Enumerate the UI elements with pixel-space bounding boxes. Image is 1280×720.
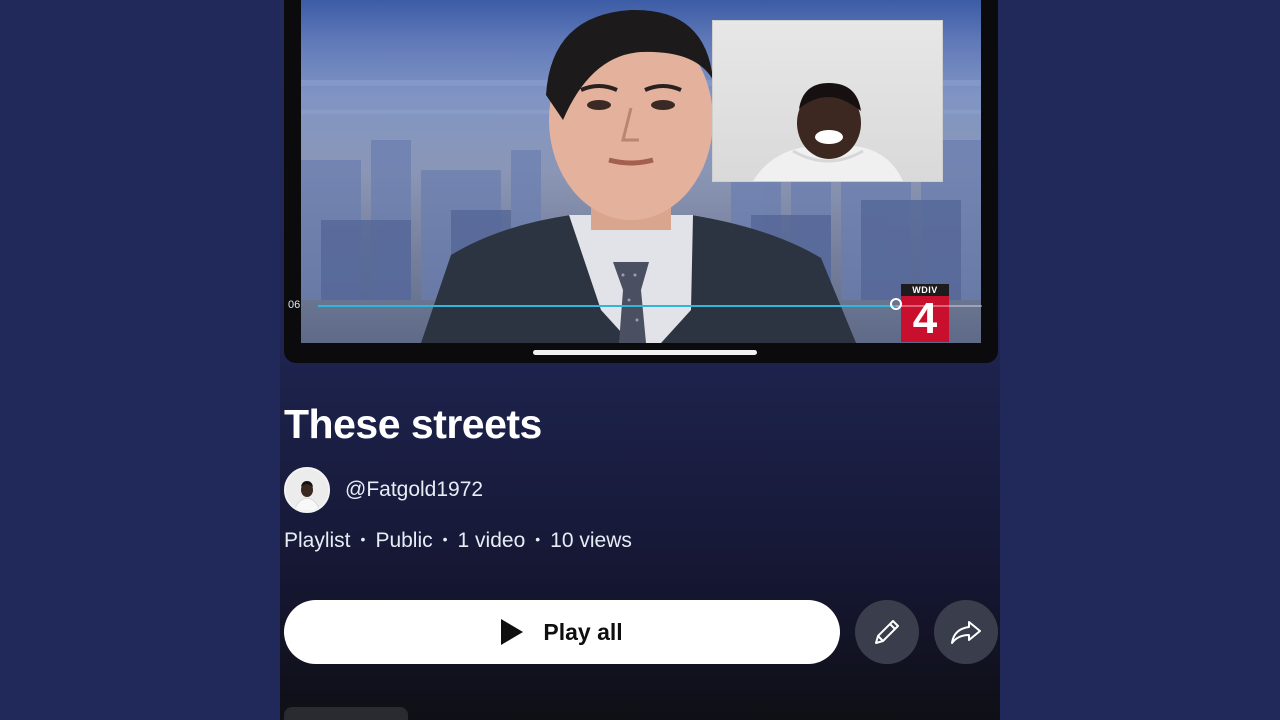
meta-visibility: Public [375,529,433,552]
channel-handle[interactable]: @Fatgold1972 [345,478,483,502]
progress-thumb[interactable] [889,298,902,310]
avatar-person-icon [286,469,328,511]
progress-bar[interactable] [318,298,982,310]
pencil-icon [875,620,899,644]
video-frame-content[interactable]: WDIV 4 [301,0,981,343]
meta-separator: • [360,531,366,547]
elapsed-time: 06 [288,299,301,311]
playlist-meta: Playlist • Public • 1 video • 10 views [284,529,632,553]
guest-figure [753,83,903,181]
meta-video-count: 1 video [457,529,526,552]
share-arrow-icon [951,621,981,644]
playlist-screen: WDIV 4 06 2 These streets @Fatgold1972 P… [280,0,1000,720]
picture-in-picture-overlay [712,20,943,182]
meta-separator: • [535,531,541,547]
station-logo-number: 4 [912,294,938,343]
video-player[interactable]: WDIV 4 06 2 [284,0,998,363]
meta-type: Playlist [284,529,351,552]
edit-playlist-button[interactable] [855,600,919,664]
channel-avatar[interactable] [284,467,330,513]
play-all-label: Play all [543,618,623,645]
playlist-title: These streets [284,401,542,447]
play-icon [501,619,524,645]
play-all-button[interactable]: Play all [284,600,840,664]
home-indicator[interactable] [533,350,757,355]
share-playlist-button[interactable] [934,600,998,664]
sort-filter-chip[interactable] [284,707,408,720]
meta-views: 10 views [550,529,632,552]
progress-bar-fill [318,305,896,307]
station-logo: WDIV 4 [901,284,949,342]
meta-separator: • [442,531,448,547]
